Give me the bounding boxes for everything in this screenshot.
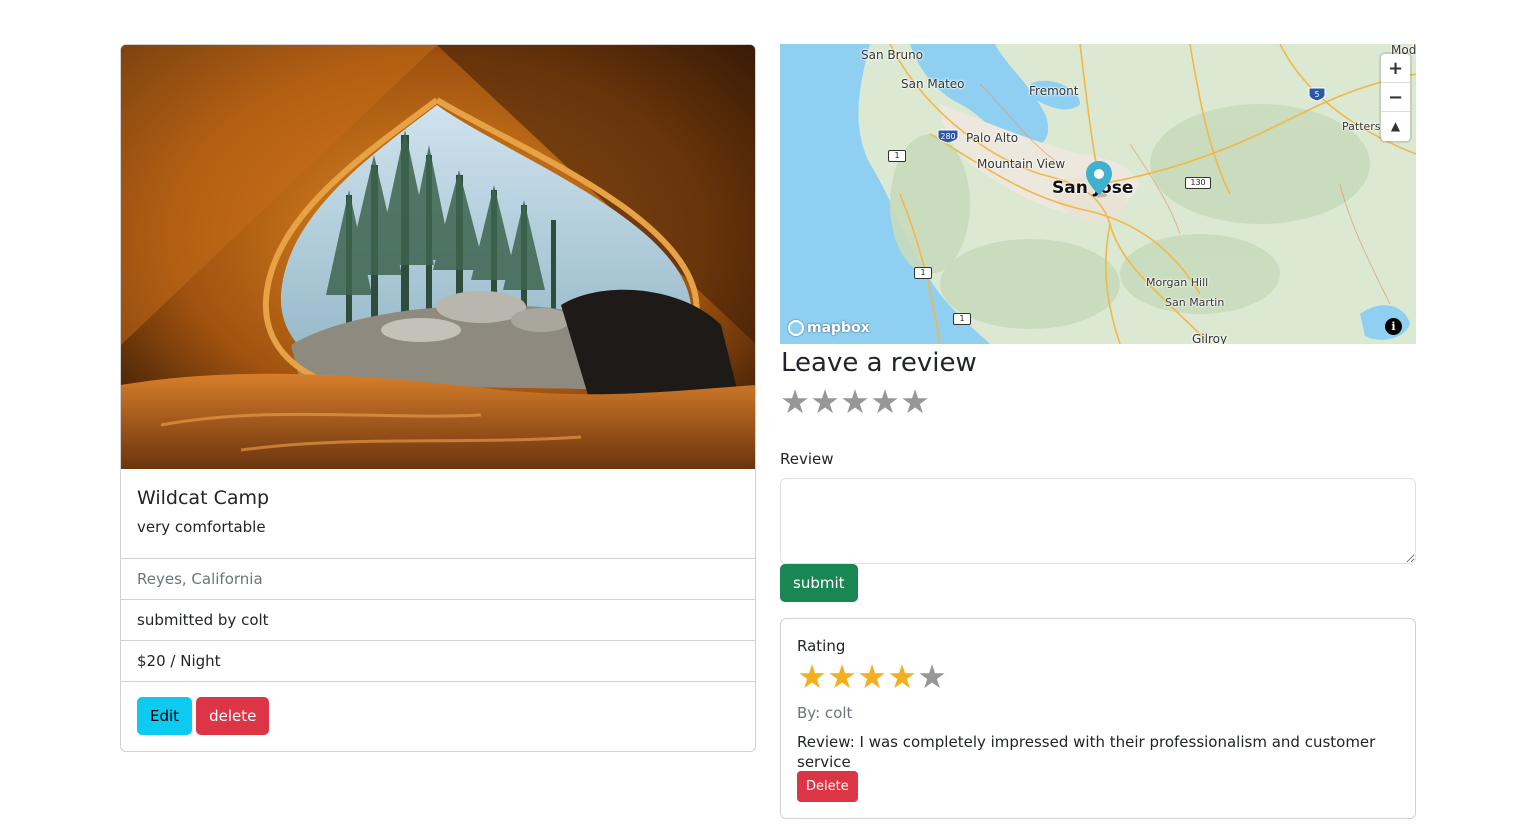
star-icon: ★ [857, 657, 887, 696]
star-1-icon[interactable]: ★ [780, 385, 810, 418]
star-4-icon[interactable]: ★ [870, 385, 900, 418]
map-label-san-martin: San Martin [1165, 296, 1225, 309]
tent-view-image [121, 45, 755, 469]
delete-campground-button[interactable]: delete [196, 697, 270, 735]
star-3-icon[interactable]: ★ [840, 385, 870, 418]
star-icon: ★ [827, 657, 857, 696]
review-star-rating: ★ ★ ★ ★ ★ [797, 657, 1399, 696]
mapbox-logo-icon [788, 320, 804, 336]
edit-button[interactable]: Edit [137, 697, 193, 735]
interstate-5-shield: 5 [1308, 87, 1326, 102]
map-label-san-bruno: San Bruno [861, 48, 924, 62]
zoom-out-button[interactable]: − [1381, 83, 1410, 112]
review-field-label: Review [780, 450, 834, 468]
leave-review-heading: Leave a review [781, 348, 977, 378]
svg-text:5: 5 [1314, 90, 1319, 99]
map-label-morgan-hill: Morgan Hill [1146, 276, 1209, 289]
submit-review-button[interactable]: submit [780, 564, 858, 602]
route-1-shield: 1 [914, 267, 932, 279]
info-icon[interactable]: i [1385, 318, 1402, 335]
location-pin-icon[interactable] [1084, 160, 1114, 198]
campground-price: $20 / Night [121, 641, 755, 682]
review-author: By: colt [797, 704, 853, 722]
mapbox-logo[interactable]: mapbox [788, 320, 870, 336]
compass-icon[interactable]: ▲ [1381, 112, 1410, 141]
star-rating-input[interactable]: ★ ★ ★ ★ ★ [780, 385, 930, 418]
delete-review-button[interactable]: Delete [797, 771, 858, 802]
route-1-shield: 1 [888, 150, 906, 162]
zoom-in-button[interactable]: + [1381, 54, 1410, 83]
campground-actions: Edit delete [137, 697, 270, 735]
map-label-san-mateo: San Mateo [901, 77, 965, 91]
review-text: Review: I was completely impressed with … [797, 733, 1376, 771]
campground-image [121, 45, 755, 469]
map-navigation-controls: + − ▲ [1381, 54, 1410, 141]
campground-description: very comfortable [137, 518, 266, 536]
campground-title: Wildcat Camp [137, 487, 270, 509]
star-2-icon[interactable]: ★ [810, 385, 840, 418]
map-label-gilroy: Gilroy [1192, 332, 1228, 344]
campground-card: Wildcat Camp very comfortable Reyes, Cal… [120, 44, 756, 752]
campground-location: Reyes, California [121, 559, 755, 600]
campground-map[interactable]: 280 5 1 1 1 130 San Bruno San Mateo Frem… [780, 44, 1416, 344]
review-textarea[interactable] [780, 478, 1416, 564]
map-label-fremont: Fremont [1029, 84, 1079, 98]
map-label-palo-alto: Palo Alto [966, 131, 1019, 145]
review-rating-title: Rating [797, 637, 846, 655]
map-label-patterson: Patters [1342, 120, 1381, 133]
review-card: Rating ★ ★ ★ ★ ★ By: colt Review: I was … [780, 618, 1416, 819]
route-1-shield: 1 [953, 313, 971, 325]
interstate-280-shield: 280 [937, 129, 959, 144]
campground-submitted-by: submitted by colt [121, 600, 755, 641]
mapbox-logo-text: mapbox [807, 320, 870, 336]
svg-text:280: 280 [940, 132, 955, 141]
star-icon: ★ [887, 657, 917, 696]
route-130-shield: 130 [1185, 177, 1211, 189]
map-label-mountain-view: Mountain View [977, 157, 1066, 171]
star-5-icon[interactable]: ★ [900, 385, 930, 418]
campground-card-body: Wildcat Camp very comfortable [121, 469, 755, 559]
star-icon: ★ [797, 657, 827, 696]
star-icon: ★ [917, 657, 947, 696]
